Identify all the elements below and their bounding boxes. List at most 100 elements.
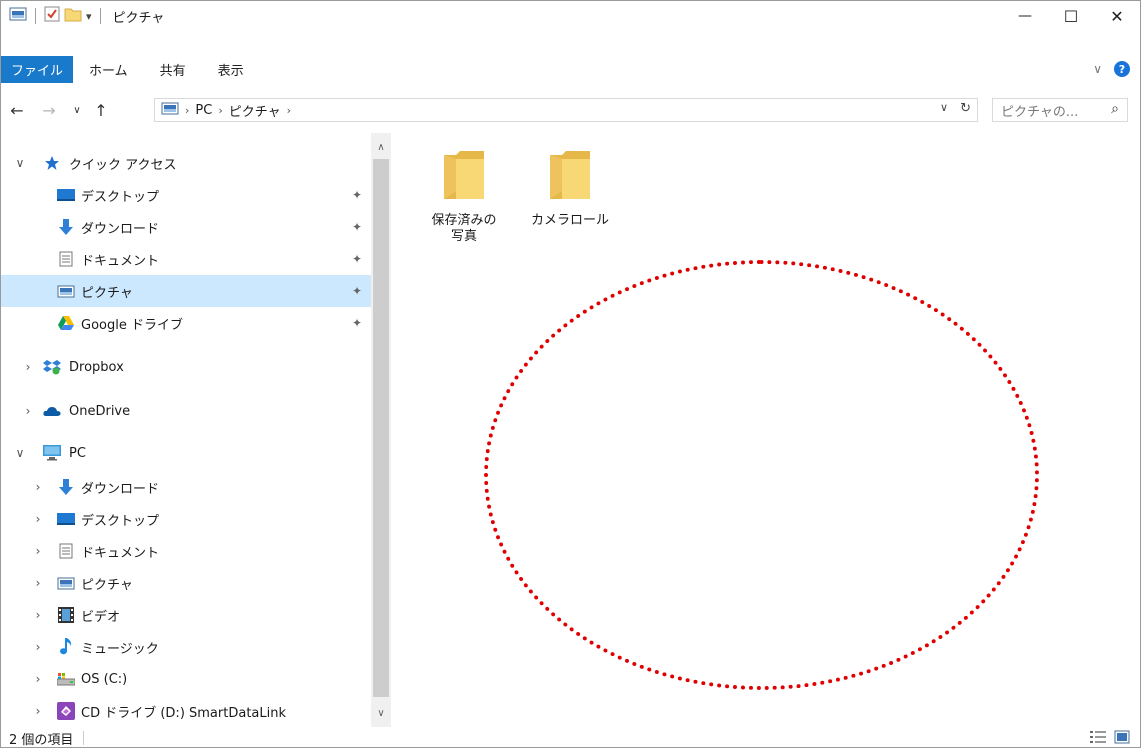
cd-drive-icon (57, 702, 75, 720)
sidebar-item-pc-desktop[interactable]: › デスクトップ (1, 503, 371, 535)
chevron-right-icon[interactable]: › (31, 480, 45, 494)
chevron-right-icon[interactable]: › (31, 544, 45, 558)
download-arrow-icon (57, 478, 75, 496)
sidebar-item-pc-documents[interactable]: › ドキュメント (1, 535, 371, 567)
pin-icon[interactable]: ✦ (352, 316, 362, 330)
address-history-icon[interactable]: ∨ (940, 101, 948, 116)
sidebar-item-label: ドキュメント (81, 253, 160, 269)
tab-file[interactable]: ファイル (1, 56, 74, 83)
scroll-up-icon[interactable]: ∧ (371, 137, 391, 157)
sidebar-item-quick-access[interactable]: ∨ クイック アクセス (1, 147, 371, 179)
sidebar-item-label: ドキュメント (81, 545, 160, 561)
pictures-window-icon (9, 7, 27, 25)
breadcrumb-pc[interactable]: PC (195, 103, 212, 118)
download-arrow-icon (57, 218, 75, 236)
sidebar-item-label: PC (69, 445, 86, 461)
sidebar-item-google-drive[interactable]: Google ドライブ ✦ (1, 307, 371, 339)
google-drive-icon (57, 314, 75, 332)
folder-saved-pictures[interactable]: 保存済みの 写真 (419, 151, 509, 245)
chevron-right-icon[interactable]: › (31, 704, 45, 718)
sidebar-item-label: OneDrive (69, 403, 131, 419)
address-bar[interactable]: › PC › ピクチャ › ∨ ↻ (154, 98, 978, 122)
up-button[interactable]: ↑ (91, 101, 111, 120)
chevron-right-icon[interactable]: › (21, 360, 35, 374)
sidebar-item-cd-drive[interactable]: › CD ドライブ (D:) SmartDataLink (1, 695, 371, 727)
new-folder-icon[interactable] (64, 6, 82, 26)
document-icon (57, 250, 75, 268)
maximize-button[interactable]: ☐ (1048, 1, 1094, 31)
window-title: ピクチャ (112, 10, 165, 26)
sidebar-item-label: クイック アクセス (69, 157, 177, 173)
pin-icon[interactable]: ✦ (352, 284, 362, 298)
sidebar-item-pc-videos[interactable]: › ビデオ (1, 599, 371, 631)
forward-button[interactable]: → (39, 101, 59, 120)
sidebar-item-pc-pictures[interactable]: › ピクチャ (1, 567, 371, 599)
expand-ribbon-icon[interactable]: ∨ (1093, 62, 1102, 76)
sidebar-item-label: ダウンロード (81, 221, 160, 237)
onedrive-cloud-icon (43, 402, 61, 420)
folder-label: 保存済みの 写真 (431, 213, 497, 244)
hard-drive-icon (57, 670, 75, 688)
back-button[interactable]: ← (7, 101, 27, 120)
chevron-right-icon[interactable]: › (31, 512, 45, 526)
customize-dropdown-icon[interactable]: ▾ (86, 10, 92, 23)
tab-share[interactable]: 共有 (144, 56, 202, 83)
chevron-down-icon[interactable]: ∨ (13, 156, 27, 170)
pictures-small-icon (161, 102, 179, 119)
chevron-right-icon[interactable]: › (31, 576, 45, 590)
film-icon (57, 606, 75, 624)
sidebar-item-label: Google ドライブ (81, 317, 183, 333)
search-icon[interactable]: ⌕ (1111, 101, 1119, 117)
sidebar-item-downloads[interactable]: ダウンロード ✦ (1, 211, 371, 243)
sidebar-item-dropbox[interactable]: › Dropbox (1, 351, 371, 383)
breadcrumb-pictures[interactable]: ピクチャ (229, 101, 281, 120)
sidebar-item-pc-downloads[interactable]: › ダウンロード (1, 471, 371, 503)
help-icon[interactable]: ? (1114, 61, 1130, 77)
chevron-right-icon[interactable]: › (31, 672, 45, 686)
scrollbar-thumb[interactable] (373, 159, 389, 697)
details-view-icon[interactable] (1090, 730, 1106, 748)
sidebar-item-label: デスクトップ (81, 513, 160, 529)
sidebar-item-desktop[interactable]: デスクトップ ✦ (1, 179, 371, 211)
sidebar-item-label: デスクトップ (81, 189, 160, 205)
chevron-right-icon[interactable]: › (31, 608, 45, 622)
ribbon-tabs: ファイル ホーム 共有 表示 (1, 56, 260, 83)
chevron-right-icon[interactable]: › (31, 640, 45, 654)
refresh-icon[interactable]: ↻ (960, 101, 971, 116)
recent-locations-icon[interactable]: ∨ (67, 105, 87, 116)
chevron-down-icon[interactable]: ∨ (13, 446, 27, 460)
tab-home[interactable]: ホーム (73, 56, 144, 83)
title-bar: ▾ ピクチャ — ☐ ✕ (1, 1, 1140, 31)
sidebar-item-os-c[interactable]: › OS (C:) (1, 663, 371, 695)
sidebar-item-pc-music[interactable]: › ミュージック (1, 631, 371, 663)
scroll-down-icon[interactable]: ∨ (371, 703, 391, 723)
music-note-icon (57, 638, 75, 656)
sidebar-item-pictures[interactable]: ピクチャ ✦ (1, 275, 371, 307)
breadcrumb-separator-icon[interactable]: › (185, 104, 189, 117)
status-bar: 2 個の項目 (1, 727, 1140, 748)
search-box[interactable]: ピクチャの... ⌕ (992, 98, 1128, 122)
chevron-right-icon[interactable]: › (21, 404, 35, 418)
pin-icon[interactable]: ✦ (352, 220, 362, 234)
large-icons-view-icon[interactable] (1114, 730, 1130, 748)
pin-icon[interactable]: ✦ (352, 188, 362, 202)
sidebar-item-label: ミュージック (81, 641, 159, 657)
close-button[interactable]: ✕ (1094, 1, 1140, 31)
breadcrumb-separator-icon[interactable]: › (287, 104, 291, 117)
properties-icon[interactable] (44, 6, 60, 26)
annotation-dotted-ellipse (484, 260, 1039, 690)
navigation-pane: ∨ クイック アクセス デスクトップ ✦ ダウンロード ✦ ドキュメント ✦ ピ… (1, 133, 371, 727)
breadcrumb-separator-icon[interactable]: › (218, 104, 222, 117)
desktop-icon (57, 186, 75, 204)
sidebar-item-pc[interactable]: ∨ PC (1, 437, 371, 469)
folder-camera-roll[interactable]: カメラロール (525, 151, 615, 229)
sidebar-item-documents[interactable]: ドキュメント ✦ (1, 243, 371, 275)
sidebar-item-label: ピクチャ (81, 577, 133, 593)
minimize-button[interactable]: — (1002, 1, 1048, 31)
sidebar-item-onedrive[interactable]: › OneDrive (1, 395, 371, 427)
sidebar-scrollbar[interactable]: ∧ ∨ (371, 133, 391, 727)
tab-view[interactable]: 表示 (202, 56, 260, 83)
pin-icon[interactable]: ✦ (352, 252, 362, 266)
star-icon (43, 154, 61, 172)
file-list-pane[interactable]: 保存済みの 写真 カメラロール (393, 133, 1139, 727)
